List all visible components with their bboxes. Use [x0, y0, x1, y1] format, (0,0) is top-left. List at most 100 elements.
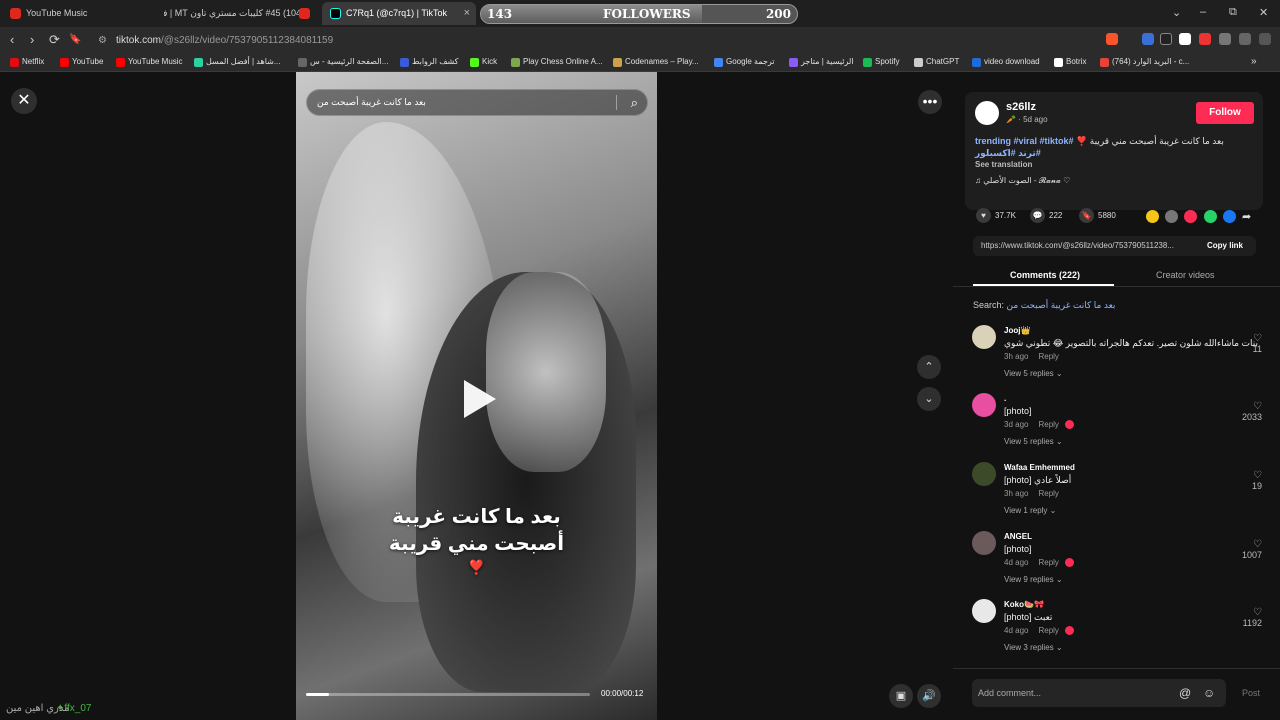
- commenter-name[interactable]: ANGEL: [1004, 532, 1032, 541]
- commenter-avatar[interactable]: [972, 462, 996, 486]
- media-control-icon[interactable]: [1239, 33, 1251, 45]
- related-search-link[interactable]: Search: بعد ما كانت غريبة أصبحت من: [973, 300, 1115, 311]
- moon-extension-icon[interactable]: [1160, 33, 1172, 45]
- commenter-name[interactable]: Koko🍉🎀: [1004, 600, 1044, 609]
- extension-icon[interactable]: [1142, 33, 1154, 45]
- copy-link-button[interactable]: Copy link: [1207, 241, 1243, 250]
- view-replies-button[interactable]: View 5 replies ⌄: [1004, 437, 1063, 446]
- bookmark-page-button[interactable]: 🔖: [69, 34, 81, 45]
- author-username[interactable]: s26llz: [1006, 101, 1036, 113]
- tab-search-chevron-icon[interactable]: ⌄: [1172, 6, 1181, 19]
- minimize-button[interactable]: –: [1200, 6, 1206, 18]
- tab-creator-videos[interactable]: Creator videos: [1156, 270, 1215, 280]
- share-arrow-icon[interactable]: ➦: [1242, 210, 1251, 223]
- tab-tiktok[interactable]: C7Rq1 (@c7rq1) | TikTok ×: [322, 2, 476, 25]
- close-video-button[interactable]: ✕: [11, 88, 37, 114]
- search-icon[interactable]: ⌕: [631, 90, 638, 115]
- share-coin-icon[interactable]: [1146, 210, 1159, 223]
- comment-like-count: 2033: [1241, 412, 1262, 422]
- bookmark-botrix[interactable]: Botrix: [1054, 57, 1086, 67]
- commenter-avatar[interactable]: [972, 325, 996, 349]
- sound-link[interactable]: ♫ الصوت الأصلي - 𝓡𝓪𝓷𝓪 ♡: [975, 176, 1070, 186]
- facebook-icon[interactable]: [1223, 210, 1236, 223]
- tab-youtube-music[interactable]: YouTube Music: [2, 2, 158, 25]
- see-translation-link[interactable]: See translation: [975, 160, 1032, 169]
- browser-menu-icon[interactable]: [1259, 33, 1271, 45]
- picture-in-picture-button[interactable]: ▣: [889, 684, 913, 708]
- tab-comments[interactable]: Comments (222): [1010, 270, 1080, 280]
- video-progress-bar[interactable]: [306, 693, 590, 696]
- bookmark-gmail[interactable]: (764) البريد الوارد - c...: [1100, 57, 1189, 67]
- author-avatar[interactable]: [975, 101, 999, 125]
- bookmark-netflix[interactable]: Netflix: [10, 57, 44, 67]
- bookmark-spotify[interactable]: Spotify: [863, 57, 899, 67]
- comment-like-button[interactable]: ♡ 11: [1222, 333, 1262, 354]
- address-bar[interactable]: ⚙ tiktok.com/@s26llz/video/7537905112384…: [90, 30, 1130, 51]
- view-replies-button[interactable]: View 3 replies ⌄: [1004, 643, 1063, 652]
- bookmark-youtube[interactable]: YouTube: [60, 57, 103, 67]
- brave-shield-icon[interactable]: [1106, 33, 1118, 45]
- bookmark-homepage[interactable]: الصفحة الرئيسية - س...: [298, 57, 388, 67]
- view-replies-button[interactable]: View 1 reply ⌄: [1004, 506, 1056, 515]
- reply-button[interactable]: Reply: [1038, 420, 1058, 429]
- mention-icon[interactable]: @: [1179, 679, 1191, 707]
- reply-button[interactable]: Reply: [1038, 489, 1058, 498]
- reply-button[interactable]: Reply: [1038, 558, 1058, 567]
- repost-icon[interactable]: [1184, 210, 1197, 223]
- follow-button[interactable]: Follow: [1196, 102, 1254, 124]
- bookmark-video-download[interactable]: video download: [972, 57, 1040, 67]
- commenter-name[interactable]: Wafaa Emhemmed: [1004, 463, 1075, 472]
- reply-button[interactable]: Reply: [1038, 626, 1058, 635]
- next-video-button[interactable]: ⌄: [917, 387, 941, 411]
- restore-button[interactable]: ⧉: [1229, 6, 1237, 19]
- comment-count[interactable]: 💬 222: [1030, 208, 1062, 223]
- more-bookmarks-icon[interactable]: »: [1251, 56, 1257, 67]
- comment-like-button[interactable]: ♡ 19: [1222, 470, 1262, 491]
- save-count[interactable]: 🔖 5880: [1079, 208, 1116, 223]
- extension-icon-3[interactable]: [1199, 33, 1211, 45]
- bookmark-chess[interactable]: Play Chess Online A...: [511, 57, 603, 67]
- tab-youtube-video[interactable]: (104) #45 كليبات مستري تاون MT | فـ: [164, 2, 318, 25]
- whatsapp-icon[interactable]: [1204, 210, 1217, 223]
- comment-like-button[interactable]: ♡ 2033: [1222, 401, 1262, 422]
- reply-button[interactable]: Reply: [1038, 352, 1058, 361]
- commenter-avatar[interactable]: [972, 393, 996, 417]
- search-divider: [616, 95, 617, 110]
- commenter-avatar[interactable]: [972, 599, 996, 623]
- view-replies-button[interactable]: View 5 replies ⌄: [1004, 369, 1063, 378]
- add-comment-input[interactable]: Add comment... @ ☺: [972, 679, 1226, 707]
- more-options-button[interactable]: •••: [918, 90, 942, 114]
- extension-icon-2[interactable]: [1179, 33, 1191, 45]
- bookmark-youtube-music[interactable]: YouTube Music: [116, 57, 183, 67]
- reload-button[interactable]: ⟳: [49, 32, 60, 48]
- comment-like-button[interactable]: ♡ 1192: [1222, 607, 1262, 628]
- play-icon[interactable]: [464, 380, 496, 418]
- forward-button[interactable]: ›: [30, 32, 34, 47]
- description-hashtags[interactable]: #trending #viral #tiktok #ترند #اكسبلور: [975, 136, 1074, 158]
- site-info-icon[interactable]: ⚙: [98, 30, 107, 51]
- post-comment-button[interactable]: Post: [1242, 688, 1260, 698]
- comment-like-button[interactable]: ♡ 1007: [1222, 539, 1262, 560]
- video-search-bar[interactable]: بعد ما كانت غريبة أصبحت من ⌕: [306, 89, 648, 116]
- volume-button[interactable]: 🔊: [917, 684, 941, 708]
- window-close-button[interactable]: ✕: [1259, 6, 1268, 19]
- commenter-name[interactable]: Jooj👑: [1004, 326, 1030, 335]
- bookmark-codenames[interactable]: Codenames – Play...: [613, 57, 699, 67]
- bookmark-link-checker[interactable]: كشف الروابط: [400, 57, 458, 67]
- previous-video-button[interactable]: ⌃: [917, 355, 941, 379]
- extensions-puzzle-icon[interactable]: [1219, 33, 1231, 45]
- bookmark-google-translate[interactable]: Google ترجمة: [714, 57, 775, 67]
- bookmark-kick[interactable]: Kick: [470, 57, 497, 67]
- close-tab-icon[interactable]: ×: [464, 2, 470, 25]
- emoji-icon[interactable]: ☺: [1203, 679, 1215, 707]
- embed-icon[interactable]: [1165, 210, 1178, 223]
- bookmark-shahid[interactable]: شاهد | أفضل المسل...: [194, 57, 281, 67]
- bookmark-chatgpt[interactable]: ChatGPT: [914, 57, 959, 67]
- url-path: /@s26llz/video/7537905112384081159: [161, 35, 334, 46]
- back-button[interactable]: ‹: [10, 32, 14, 47]
- view-replies-button[interactable]: View 9 replies ⌄: [1004, 575, 1063, 584]
- bookmark-stores[interactable]: الرئيسية | متاجر: [789, 57, 854, 67]
- commenter-name[interactable]: .: [1004, 394, 1006, 403]
- commenter-avatar[interactable]: [972, 531, 996, 555]
- like-count[interactable]: ♥ 37.7K: [976, 208, 1016, 223]
